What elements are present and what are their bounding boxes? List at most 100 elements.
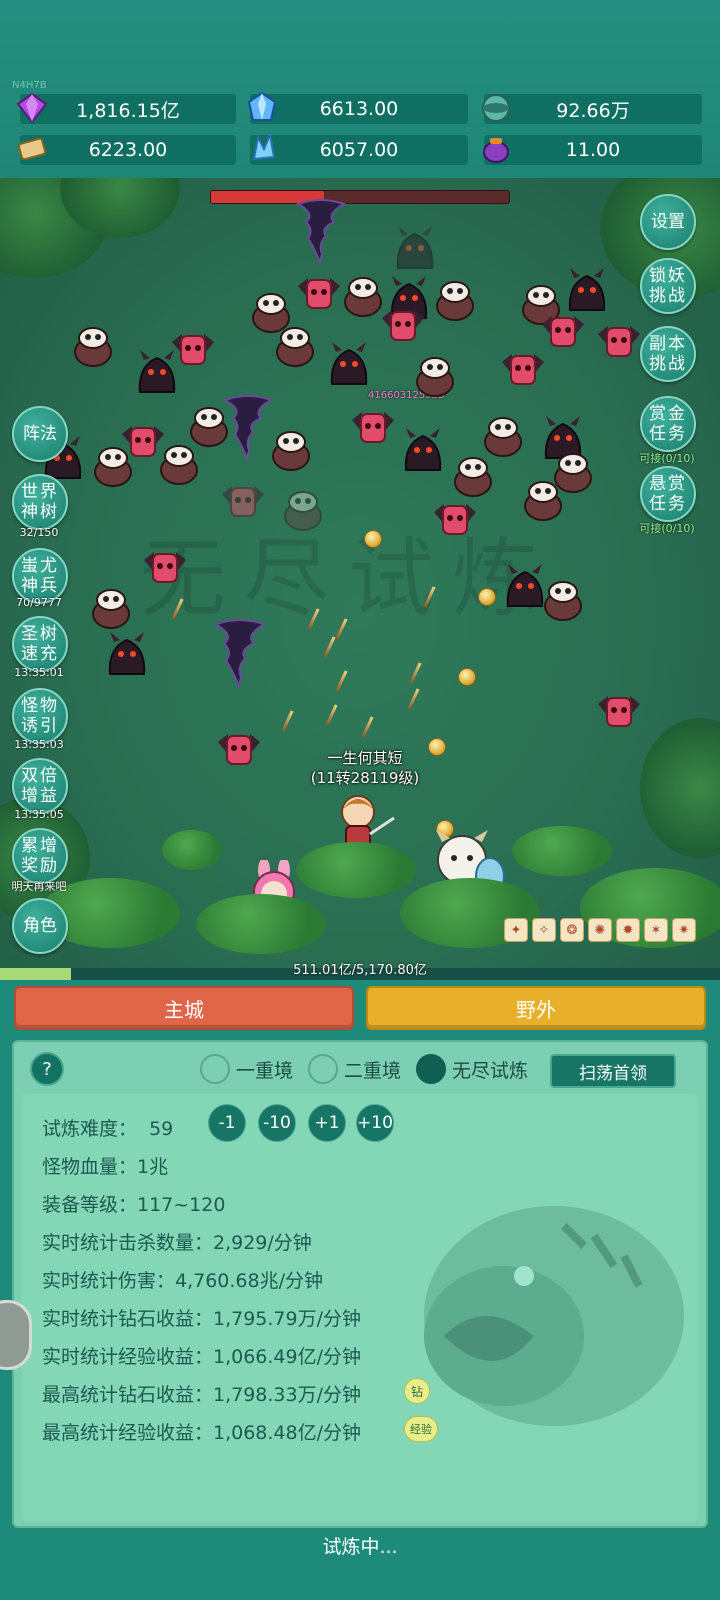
skill-slot-icon[interactable]: ✧ xyxy=(532,918,556,942)
monster-red-bat xyxy=(381,309,425,341)
monster-demon xyxy=(138,349,176,393)
monster-demon xyxy=(568,267,606,311)
battlefield[interactable]: 无尽试炼 41660312593S 一生何其短 (11转28119级) ✦ ✧ … xyxy=(0,178,720,968)
reward-task-button[interactable]: 悬赏任务 xyxy=(640,466,696,522)
lock-demon-label: 锁妖挑战 xyxy=(649,266,687,306)
purple-pot-icon xyxy=(483,138,509,163)
help-button[interactable]: ? xyxy=(30,1052,64,1086)
mode-radio-3[interactable]: 无尽试炼 xyxy=(416,1054,528,1084)
mode-radio-1[interactable]: 一重境 xyxy=(200,1054,293,1084)
difficulty-minus-1-button[interactable]: -1 xyxy=(208,1104,246,1142)
radio-dot-selected xyxy=(416,1054,446,1084)
bush-decoration xyxy=(296,842,416,898)
monster-cow xyxy=(484,417,522,457)
resource-pot: 11.00 xyxy=(483,135,702,165)
monster-cow xyxy=(416,357,454,397)
double-bonus-button[interactable]: 双倍增益 xyxy=(12,758,68,814)
coin-icon xyxy=(478,588,496,606)
monster-cow xyxy=(436,281,474,321)
skill-slot-icon[interactable]: ✶ xyxy=(644,918,668,942)
radio-dot xyxy=(200,1054,230,1084)
settings-label: 设置 xyxy=(651,212,685,232)
difficulty-row: 试炼难度： 59 xyxy=(42,1114,173,1141)
resource-orb: 92.66万 xyxy=(482,94,702,124)
diamond-badge[interactable]: 钻 xyxy=(404,1378,430,1404)
settings-button[interactable]: 设置 xyxy=(640,194,696,250)
skill-slot-icon[interactable]: ✦ xyxy=(504,918,528,942)
lock-demon-challenge-button[interactable]: 锁妖挑战 xyxy=(640,258,696,314)
tornado-icon xyxy=(296,199,346,264)
max-exp-rate-stat: 最高统计经验收益：1,068.48亿/分钟 xyxy=(42,1422,362,1444)
resource-value: 6057.00 xyxy=(319,139,399,161)
chiyou-weapon-progress: 70/9777 xyxy=(16,596,62,609)
exp-badge[interactable]: 经验 xyxy=(404,1416,438,1442)
difficulty-label: 试炼难度： xyxy=(42,1118,138,1140)
bounty-gold-task-button[interactable]: 赏金任务 xyxy=(640,396,696,452)
mode-label: 二重境 xyxy=(344,1059,402,1082)
flying-sword xyxy=(325,704,338,726)
formation-button[interactable]: 阵法 xyxy=(12,406,68,462)
coin-icon xyxy=(364,530,382,548)
purple-gem-icon xyxy=(16,92,48,124)
world-tree-progress: 32/150 xyxy=(19,526,59,539)
mode-label: 无尽试炼 xyxy=(452,1059,529,1082)
wild-tab[interactable]: 野外 xyxy=(366,986,706,1030)
hero-level: (11转28119级) xyxy=(310,769,420,787)
monster-lure-button[interactable]: 怪物诱引 xyxy=(12,688,68,744)
hero-name: 一生何其短 xyxy=(327,749,403,767)
reward-task-count: 可接(0/10) xyxy=(639,522,695,535)
sweep-boss-button[interactable]: 扫荡首领 xyxy=(550,1054,676,1088)
hero-label: 一生何其短 (11转28119级) xyxy=(290,748,440,788)
monster-demon xyxy=(108,631,146,675)
bottom-panel: 主城 野外 ? 一重境 二重境 无尽试炼 扫荡首领 试炼难度： 59 -1 -1… xyxy=(0,980,720,1600)
monster-cow xyxy=(190,407,228,447)
flying-sword xyxy=(361,716,374,738)
resource-value: 6223.00 xyxy=(88,139,168,161)
dungeon-challenge-button[interactable]: 副本挑战 xyxy=(640,326,696,382)
floating-assistant-icon[interactable] xyxy=(0,1300,32,1370)
holy-tree-recharge-button[interactable]: 圣树速充 xyxy=(12,616,68,672)
flying-sword xyxy=(407,688,420,710)
character-label: 角色 xyxy=(23,916,57,936)
blue-crystal-icon xyxy=(247,91,277,121)
max-diamond-rate-stat: 最高统计钻石收益：1,798.33万/分钟 xyxy=(42,1384,362,1406)
skill-slot-icon[interactable]: ✷ xyxy=(672,918,696,942)
diamond-rate-stat: 实时统计钻石收益：1,795.79万/分钟 xyxy=(42,1308,362,1330)
scroll-icon xyxy=(18,137,46,161)
stats-area: 试炼难度： 59 -1 -10 +1 +10 怪物血量：1兆 装备等级：117~… xyxy=(22,1094,698,1522)
difficulty-plus-10-button[interactable]: +10 xyxy=(356,1104,394,1142)
difficulty-minus-10-button[interactable]: -10 xyxy=(258,1104,296,1142)
background-watermark: 无尽试炼 xyxy=(140,529,556,629)
tornado-icon xyxy=(213,619,267,688)
resource-value: 1,816.15亿 xyxy=(76,99,180,122)
mode-radio-2[interactable]: 二重境 xyxy=(308,1054,401,1084)
character-button[interactable]: 角色 xyxy=(12,898,68,954)
monster-red-bat xyxy=(541,315,585,347)
exp-rate-stat: 实时统计经验收益：1,066.49亿/分钟 xyxy=(42,1346,362,1368)
equip-level-stat: 装备等级：117~120 xyxy=(42,1194,226,1216)
bush-decoration xyxy=(512,826,612,876)
teal-orb-icon xyxy=(482,94,510,122)
skill-slot-icon[interactable]: ❂ xyxy=(560,918,584,942)
monster-demon xyxy=(404,427,442,471)
difficulty-plus-1-button[interactable]: +1 xyxy=(308,1104,346,1142)
skill-slot-icon[interactable]: ✺ xyxy=(588,918,612,942)
resource-value: 92.66万 xyxy=(556,99,630,122)
kill-rate-stat: 实时统计击杀数量：2,929/分钟 xyxy=(42,1232,312,1254)
difficulty-value: 59 xyxy=(149,1118,174,1140)
monster-cow xyxy=(74,327,112,367)
resource-bar: N4H7B 1,816.15亿 6613.00 92.66万 6223.00 6… xyxy=(0,0,720,178)
cumulative-reward-button[interactable]: 累增奖励 xyxy=(12,828,68,884)
main-city-tab[interactable]: 主城 xyxy=(14,986,354,1030)
skill-slot-icon[interactable]: ✹ xyxy=(616,918,640,942)
coin-icon xyxy=(458,668,476,686)
formation-label: 阵法 xyxy=(23,424,57,444)
monster-lure-label: 怪物诱引 xyxy=(21,696,59,736)
monster-red-bat xyxy=(351,411,395,443)
world-tree-button[interactable]: 世界神树 xyxy=(12,474,68,530)
monster-red-bat xyxy=(217,733,261,765)
boss-hp-bar xyxy=(210,190,510,204)
monster-cow xyxy=(284,491,322,531)
flying-sword xyxy=(323,636,336,658)
flying-sword xyxy=(335,670,348,692)
